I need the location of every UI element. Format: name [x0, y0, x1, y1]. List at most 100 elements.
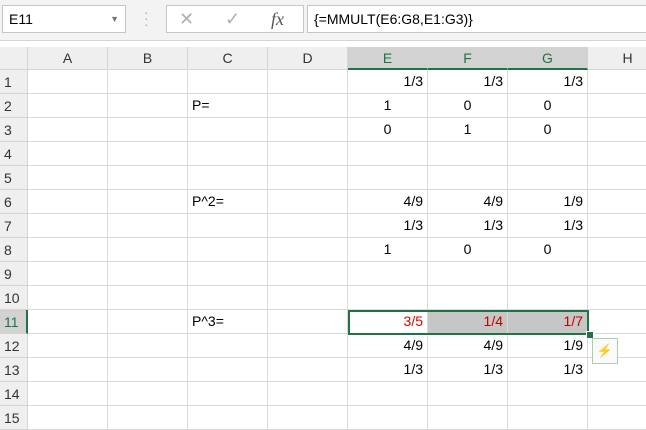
row-header-4[interactable]: 4: [0, 142, 28, 166]
cell-E12[interactable]: 4/9: [348, 334, 428, 358]
cell-E4[interactable]: [348, 142, 428, 166]
row-header-6[interactable]: 6: [0, 190, 28, 214]
cell-A1[interactable]: [28, 70, 108, 94]
cell-B7[interactable]: [108, 214, 188, 238]
cell-H4[interactable]: [588, 142, 646, 166]
cell-H8[interactable]: [588, 238, 646, 262]
cell-F12[interactable]: 4/9: [428, 334, 508, 358]
cell-B13[interactable]: [108, 358, 188, 382]
cell-A9[interactable]: [28, 262, 108, 286]
cell-E7[interactable]: 1/3: [348, 214, 428, 238]
insert-function-icon[interactable]: fx: [271, 9, 284, 30]
cell-F6[interactable]: 4/9: [428, 190, 508, 214]
cell-C6[interactable]: P^2=: [188, 190, 268, 214]
cell-F8[interactable]: 0: [428, 238, 508, 262]
cell-A12[interactable]: [28, 334, 108, 358]
cell-A4[interactable]: [28, 142, 108, 166]
column-header-D[interactable]: D: [268, 47, 348, 70]
row-header-15[interactable]: 15: [0, 406, 28, 430]
cell-F7[interactable]: 1/3: [428, 214, 508, 238]
row-header-11[interactable]: 11: [0, 310, 28, 334]
cell-B8[interactable]: [108, 238, 188, 262]
cell-H11[interactable]: [588, 310, 646, 334]
cell-G10[interactable]: [508, 286, 588, 310]
row-header-12[interactable]: 12: [0, 334, 28, 358]
row-header-9[interactable]: 9: [0, 262, 28, 286]
cell-D1[interactable]: [268, 70, 348, 94]
cell-F13[interactable]: 1/3: [428, 358, 508, 382]
cell-E15[interactable]: [348, 406, 428, 430]
cell-C14[interactable]: [188, 382, 268, 406]
cell-A11[interactable]: [28, 310, 108, 334]
column-header-G[interactable]: G: [508, 47, 588, 70]
column-header-A[interactable]: A: [28, 47, 108, 70]
cell-A3[interactable]: [28, 118, 108, 142]
row-header-7[interactable]: 7: [0, 214, 28, 238]
cell-D3[interactable]: [268, 118, 348, 142]
cell-H2[interactable]: [588, 94, 646, 118]
cell-H9[interactable]: [588, 262, 646, 286]
cell-D14[interactable]: [268, 382, 348, 406]
cell-F15[interactable]: [428, 406, 508, 430]
cell-D12[interactable]: [268, 334, 348, 358]
cell-E2[interactable]: 1: [348, 94, 428, 118]
cell-A14[interactable]: [28, 382, 108, 406]
cell-E6[interactable]: 4/9: [348, 190, 428, 214]
formula-input[interactable]: {=MMULT(E6:G8,E1:G3)}: [307, 5, 646, 33]
cell-F10[interactable]: [428, 286, 508, 310]
cell-D11[interactable]: [268, 310, 348, 334]
cell-D13[interactable]: [268, 358, 348, 382]
cell-E14[interactable]: [348, 382, 428, 406]
column-header-H[interactable]: H: [588, 47, 646, 70]
row-header-3[interactable]: 3: [0, 118, 28, 142]
row-header-14[interactable]: 14: [0, 382, 28, 406]
cell-G14[interactable]: [508, 382, 588, 406]
cell-A13[interactable]: [28, 358, 108, 382]
cell-E8[interactable]: 1: [348, 238, 428, 262]
cell-C10[interactable]: [188, 286, 268, 310]
cell-H15[interactable]: [588, 406, 646, 430]
row-header-8[interactable]: 8: [0, 238, 28, 262]
chevron-down-icon[interactable]: ▼: [110, 6, 119, 32]
cell-G11[interactable]: 1/7: [508, 310, 588, 334]
cell-B1[interactable]: [108, 70, 188, 94]
cell-D2[interactable]: [268, 94, 348, 118]
cell-G4[interactable]: [508, 142, 588, 166]
cell-C8[interactable]: [188, 238, 268, 262]
name-box[interactable]: E11 ▼: [2, 5, 126, 33]
column-header-F[interactable]: F: [428, 47, 508, 70]
cell-D5[interactable]: [268, 166, 348, 190]
cell-B10[interactable]: [108, 286, 188, 310]
cell-C11[interactable]: P^3=: [188, 310, 268, 334]
cell-E11[interactable]: 3/5: [348, 310, 428, 334]
cell-B12[interactable]: [108, 334, 188, 358]
cell-F5[interactable]: [428, 166, 508, 190]
quick-analysis-icon[interactable]: ⚡: [592, 338, 618, 364]
cell-H5[interactable]: [588, 166, 646, 190]
cell-C4[interactable]: [188, 142, 268, 166]
cell-E1[interactable]: 1/3: [348, 70, 428, 94]
cell-C1[interactable]: [188, 70, 268, 94]
cell-G13[interactable]: 1/3: [508, 358, 588, 382]
cell-E5[interactable]: [348, 166, 428, 190]
cell-B6[interactable]: [108, 190, 188, 214]
cell-A5[interactable]: [28, 166, 108, 190]
cell-E9[interactable]: [348, 262, 428, 286]
cell-G1[interactable]: 1/3: [508, 70, 588, 94]
cell-F11[interactable]: 1/4: [428, 310, 508, 334]
cell-F2[interactable]: 0: [428, 94, 508, 118]
cell-G2[interactable]: 0: [508, 94, 588, 118]
cell-D4[interactable]: [268, 142, 348, 166]
cell-B11[interactable]: [108, 310, 188, 334]
cell-A15[interactable]: [28, 406, 108, 430]
row-header-10[interactable]: 10: [0, 286, 28, 310]
column-header-C[interactable]: C: [188, 47, 268, 70]
cell-D6[interactable]: [268, 190, 348, 214]
cell-D15[interactable]: [268, 406, 348, 430]
cell-D8[interactable]: [268, 238, 348, 262]
row-header-2[interactable]: 2: [0, 94, 28, 118]
enter-icon[interactable]: ✓: [225, 9, 240, 30]
cell-A7[interactable]: [28, 214, 108, 238]
cell-A10[interactable]: [28, 286, 108, 310]
drag-handle-icon[interactable]: · · ·: [144, 5, 149, 31]
